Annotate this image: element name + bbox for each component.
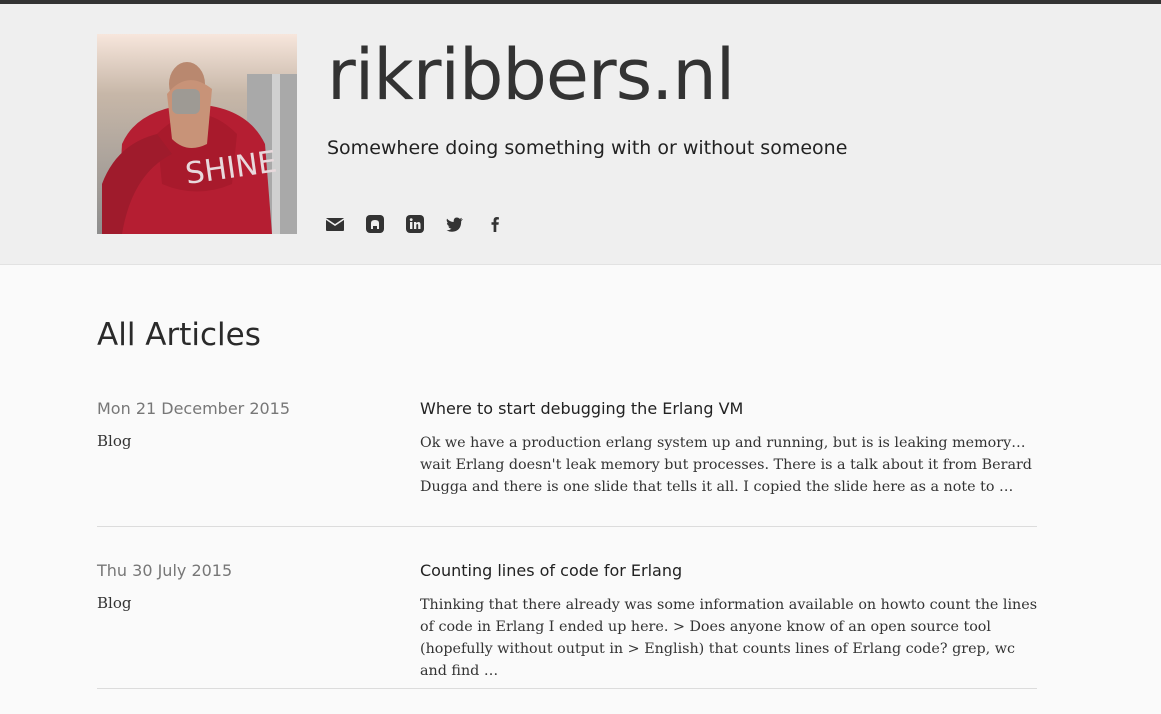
site-tagline: Somewhere doing something with or withou…: [327, 137, 848, 159]
social-links: [325, 214, 505, 234]
site-header: SHINE rikribbers.nl Somewhere doing some…: [0, 4, 1161, 265]
github-icon[interactable]: [365, 214, 385, 234]
article-excerpt: Ok we have a production erlang system up…: [420, 435, 1032, 495]
site-title[interactable]: rikribbers.nl: [327, 40, 735, 110]
article-date: Thu 30 July 2015: [97, 561, 233, 580]
twitter-icon[interactable]: [445, 214, 465, 234]
article-item: Thu 30 July 2015 Blog Counting lines of …: [97, 527, 1037, 689]
article-date: Mon 21 December 2015: [97, 399, 291, 418]
article-title-link[interactable]: Where to start debugging the Erlang VM: [420, 399, 743, 418]
linkedin-icon[interactable]: [405, 214, 425, 234]
facebook-icon[interactable]: [485, 214, 505, 234]
article-title-link[interactable]: Counting lines of code for Erlang: [420, 561, 682, 580]
article-category[interactable]: Blog: [97, 432, 131, 450]
article-category[interactable]: Blog: [97, 594, 131, 612]
main-content: All Articles Mon 21 December 2015 Blog W…: [0, 265, 1161, 689]
envelope-icon[interactable]: [325, 214, 345, 234]
article-item: Mon 21 December 2015 Blog Where to start…: [97, 399, 1037, 527]
section-title: All Articles: [97, 317, 261, 353]
avatar: SHINE: [97, 34, 297, 234]
article-excerpt: Thinking that there already was some inf…: [420, 597, 1038, 679]
